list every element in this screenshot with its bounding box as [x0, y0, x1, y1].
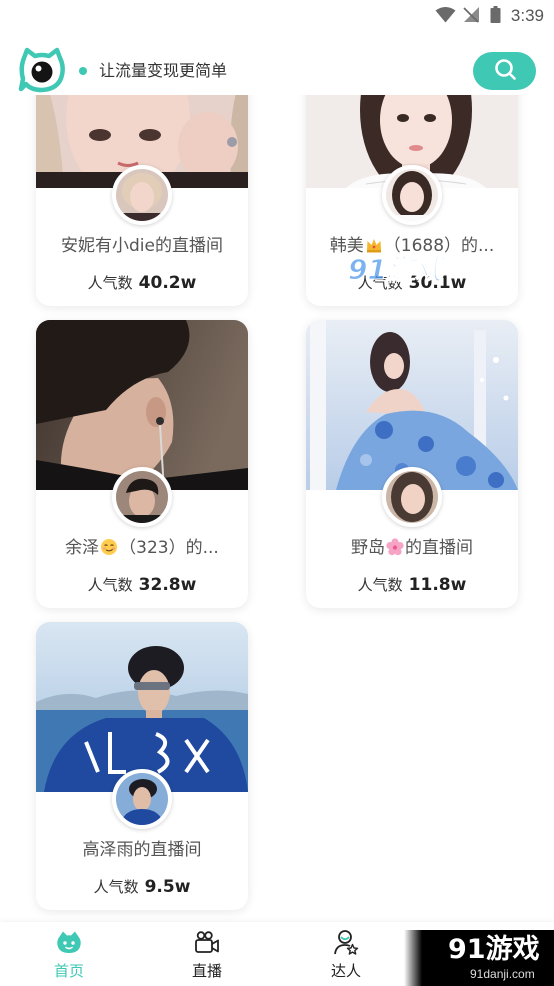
popularity-label: 人气数 — [93, 878, 139, 896]
talent-star-icon — [333, 929, 359, 955]
battery-icon — [490, 6, 501, 27]
watermark-corner: 91游戏 91danji.com — [404, 930, 554, 986]
room-name-text: 高泽雨的直播间 — [82, 840, 202, 860]
cherry-blossom-emoji-icon — [386, 538, 404, 556]
room-name: 高泽雨的直播间 — [42, 839, 242, 861]
watermark-center: 91游戏 — [348, 253, 444, 287]
live-room-card[interactable]: 安妮有小die的直播间 人气数 40.2w — [36, 95, 248, 306]
nav-label-live: 直播 — [191, 962, 222, 980]
no-sim-icon — [462, 6, 480, 27]
nav-item-talent[interactable]: 达人 — [277, 922, 415, 986]
wifi-icon — [435, 7, 456, 27]
room-cover-image — [306, 320, 518, 490]
nav-item-home[interactable]: 首页 — [0, 922, 138, 986]
room-name-suffix: （323）的... — [119, 538, 219, 558]
slogan-text: 让流量变现更简单 — [99, 61, 228, 80]
live-room-card[interactable]: 野岛 的直播间 人气数 11.8w — [306, 320, 518, 608]
nav-label-talent: 达人 — [330, 962, 361, 980]
room-cover-image — [36, 320, 248, 490]
status-bar: 3:39 — [0, 0, 554, 32]
watermark-title: 91游戏 — [448, 934, 540, 965]
room-name-suffix: 的直播间 — [405, 538, 473, 558]
room-name: 余泽 （323）的... — [42, 537, 242, 559]
anchor-avatar — [382, 165, 442, 225]
room-name-text: 安妮有小die的直播间 — [61, 236, 223, 256]
popularity-row: 人气数 9.5w — [36, 876, 248, 898]
nav-item-live[interactable]: 直播 — [138, 922, 276, 986]
video-camera-icon — [194, 929, 220, 955]
room-name: 野岛 的直播间 — [312, 537, 512, 559]
live-room-card[interactable]: 高泽雨的直播间 人气数 9.5w — [36, 622, 248, 910]
live-room-card[interactable]: 余泽 （323）的... 人气数 32.8w — [36, 320, 248, 608]
popularity-row: 人气数 11.8w — [306, 574, 518, 596]
anchor-avatar — [382, 467, 442, 527]
popularity-label: 人气数 — [87, 274, 133, 292]
popularity-row: 人气数 32.8w — [36, 574, 248, 596]
app-header: 让流量变现更简单 — [0, 32, 554, 95]
anchor-avatar — [112, 769, 172, 829]
popularity-value: 32.8w — [138, 575, 197, 595]
live-room-feed[interactable]: 安妮有小die的直播间 人气数 40.2w 韩美 （1688）的... 人气数 … — [0, 95, 554, 922]
search-icon — [492, 56, 518, 86]
search-button[interactable] — [473, 52, 536, 90]
popularity-label: 人气数 — [87, 576, 133, 594]
watermark-url: 91danji.com — [470, 967, 535, 981]
slogan-dot — [79, 67, 87, 75]
popularity-label: 人气数 — [357, 576, 403, 594]
popularity-value: 40.2w — [138, 273, 197, 293]
status-time: 3:39 — [510, 6, 544, 25]
room-name-text: 野岛 — [351, 538, 385, 558]
anchor-avatar — [112, 467, 172, 527]
nav-label-home: 首页 — [53, 962, 84, 980]
anchor-avatar — [112, 165, 172, 225]
popularity-value: 11.8w — [408, 575, 467, 595]
home-icon — [56, 929, 82, 955]
room-cover-image — [36, 622, 248, 792]
cat-eye-logo-icon[interactable] — [18, 47, 66, 94]
popularity-value: 9.5w — [144, 877, 191, 897]
room-name-text: 余泽 — [65, 538, 100, 558]
popularity-row: 人气数 40.2w — [36, 272, 248, 294]
room-name: 安妮有小die的直播间 — [42, 235, 242, 257]
smirk-face-emoji-icon — [100, 538, 118, 556]
